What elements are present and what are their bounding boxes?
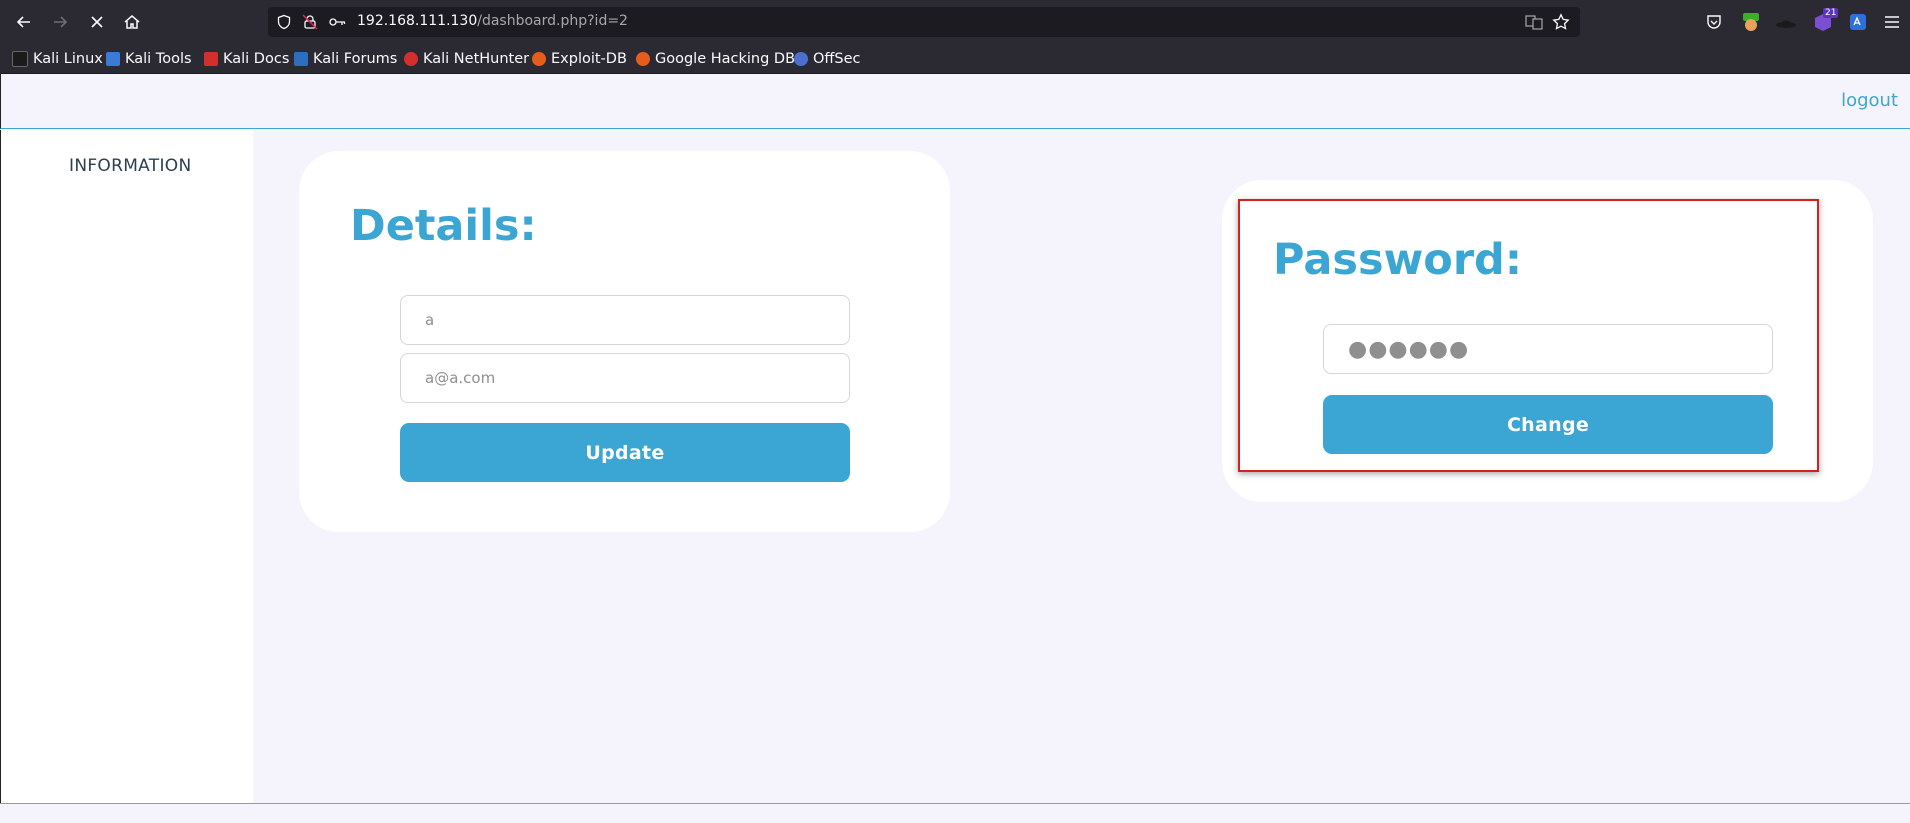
pocket-icon[interactable] bbox=[1702, 10, 1726, 34]
back-arrow-icon bbox=[16, 16, 30, 28]
shield-icon[interactable] bbox=[275, 13, 293, 31]
browser-toolbar: 192.168.111.130/dashboard.php?id=2 21 bbox=[0, 0, 1910, 44]
details-card: Details: a a@a.com Update bbox=[299, 151, 950, 532]
sidebar-item-information[interactable]: INFORMATION bbox=[69, 156, 191, 176]
url-path: /dashboard.php?id=2 bbox=[477, 13, 628, 29]
bookmark-offsec[interactable]: OffSec bbox=[794, 49, 861, 69]
forward-arrow-icon bbox=[54, 16, 68, 28]
offsec-icon bbox=[794, 52, 808, 66]
bookmark-label: Kali Linux bbox=[33, 51, 103, 67]
email-field[interactable]: a@a.com bbox=[400, 353, 850, 403]
extension-badge: 21 bbox=[1823, 8, 1839, 18]
hamburger-menu-icon bbox=[1885, 16, 1899, 28]
key-icon[interactable] bbox=[328, 13, 346, 31]
bookmark-label: Google Hacking DB bbox=[655, 51, 796, 67]
page-header: logout bbox=[0, 74, 1910, 129]
bookmark-label: Kali Tools bbox=[125, 51, 192, 67]
bookmark-label: Kali Forums bbox=[313, 51, 398, 67]
url-text[interactable]: 192.168.111.130/dashboard.php?id=2 bbox=[357, 13, 628, 29]
bookmark-exploit-db[interactable]: Exploit-DB bbox=[532, 49, 627, 69]
hat-extension-icon[interactable] bbox=[1774, 10, 1798, 34]
address-bar[interactable]: 192.168.111.130/dashboard.php?id=2 bbox=[268, 7, 1580, 37]
bookmark-kali-docs[interactable]: Kali Docs bbox=[204, 49, 289, 69]
translate-icon[interactable] bbox=[1525, 13, 1543, 31]
forward-button[interactable] bbox=[47, 9, 73, 35]
bookmark-google-hacking-db[interactable]: Google Hacking DB bbox=[636, 49, 795, 69]
menu-button[interactable] bbox=[1880, 10, 1904, 34]
bookmark-label: OffSec bbox=[813, 51, 861, 67]
bookmark-label: Kali NetHunter bbox=[423, 51, 530, 67]
annotation-highlight-box bbox=[1238, 199, 1819, 472]
bookmark-label: Exploit-DB bbox=[551, 51, 627, 67]
update-button[interactable]: Update bbox=[400, 423, 850, 482]
kali-tools-icon bbox=[106, 52, 120, 66]
burp-extension-icon[interactable] bbox=[1739, 10, 1763, 34]
translator-extension-icon[interactable] bbox=[1846, 10, 1870, 34]
ghdb-icon bbox=[636, 52, 650, 66]
kali-docs-icon bbox=[204, 52, 218, 66]
bookmark-label: Kali Docs bbox=[223, 51, 290, 67]
bookmarks-bar: Kali Linux Kali Tools Kali Docs Kali For… bbox=[0, 44, 1910, 74]
home-icon bbox=[124, 15, 140, 29]
back-button[interactable] bbox=[11, 9, 37, 35]
bookmark-kali-nethunter[interactable]: Kali NetHunter bbox=[404, 49, 529, 69]
name-placeholder: a bbox=[425, 311, 435, 329]
close-icon bbox=[91, 16, 103, 28]
logout-link[interactable]: logout bbox=[1841, 90, 1898, 111]
name-field[interactable]: a bbox=[400, 295, 850, 345]
bookmark-kali-linux[interactable]: Kali Linux bbox=[12, 49, 103, 69]
footer-divider bbox=[0, 803, 1910, 823]
cube-extension-icon[interactable]: 21 bbox=[1811, 8, 1839, 34]
stop-button[interactable] bbox=[84, 9, 110, 35]
details-title: Details: bbox=[350, 201, 537, 251]
url-host: 192.168.111.130 bbox=[357, 13, 478, 29]
bookmark-star-icon[interactable] bbox=[1552, 13, 1570, 31]
insecure-lock-icon[interactable] bbox=[301, 13, 319, 31]
kali-forums-icon bbox=[294, 52, 308, 66]
kali-dragon-icon bbox=[12, 51, 28, 67]
bookmark-kali-forums[interactable]: Kali Forums bbox=[294, 49, 397, 69]
exploit-db-icon bbox=[532, 52, 546, 66]
sidebar: INFORMATION bbox=[0, 130, 253, 803]
email-placeholder: a@a.com bbox=[425, 369, 496, 387]
bookmark-kali-tools[interactable]: Kali Tools bbox=[106, 49, 192, 69]
kali-nethunter-icon bbox=[404, 52, 418, 66]
home-button[interactable] bbox=[119, 9, 145, 35]
